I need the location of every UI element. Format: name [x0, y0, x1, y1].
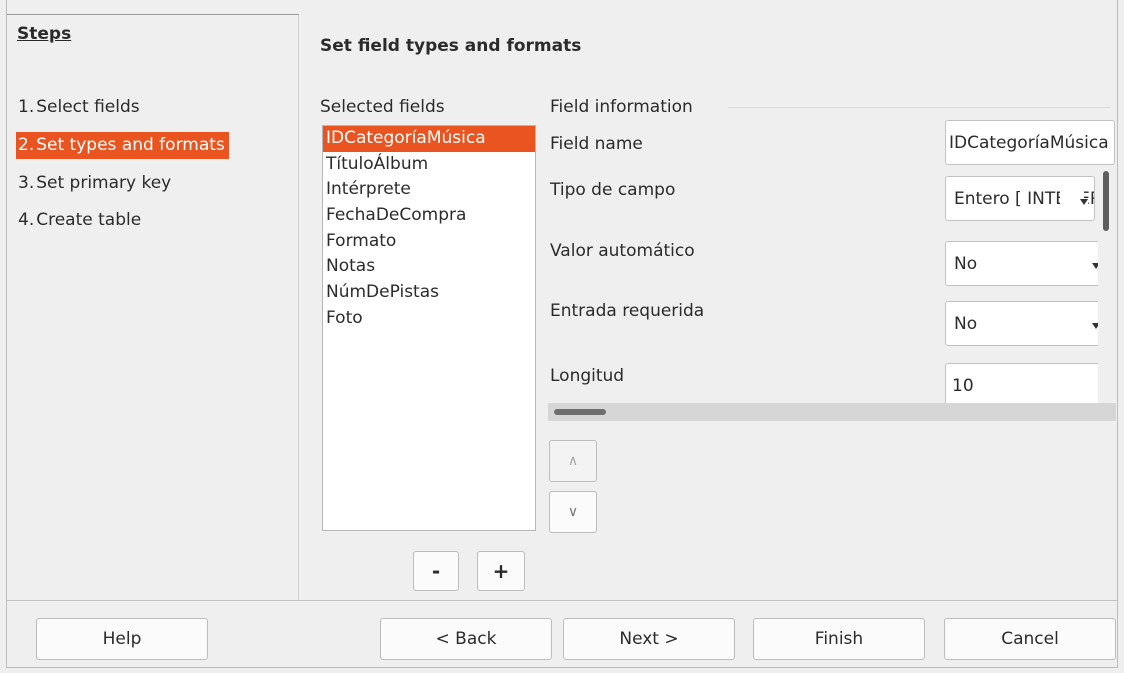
next-button[interactable]: Next > — [563, 618, 735, 660]
step-number: 1. — [18, 97, 35, 117]
list-item[interactable]: Notas — [323, 254, 535, 280]
list-item[interactable]: Foto — [323, 306, 535, 332]
horizontal-scrollbar[interactable] — [548, 403, 1116, 421]
field-information-panel: Field name IDCategoríaMúsica Tipo de cam… — [545, 120, 1117, 420]
step-label: Select fields — [36, 97, 140, 117]
list-item[interactable]: FechaDeCompra — [323, 203, 535, 229]
remove-field-button[interactable]: - — [413, 551, 459, 591]
step-label: Set types and formats — [36, 135, 225, 155]
tipo-de-campo-value: Entero [ INTEGER ] — [954, 189, 1095, 209]
list-item[interactable]: TítuloÁlbum — [323, 152, 535, 178]
field-name-input[interactable]: IDCategoríaMúsica — [945, 120, 1115, 165]
longitud-label: Longitud — [550, 366, 625, 386]
back-button[interactable]: < Back — [380, 618, 552, 660]
selected-fields-list[interactable]: IDCategoríaMúsica TítuloÁlbum Intérprete… — [322, 125, 536, 531]
entrada-requerida-value: No — [954, 314, 978, 334]
list-item[interactable]: Intérprete — [323, 177, 535, 203]
scrollbar-thumb[interactable] — [1103, 171, 1109, 231]
entrada-requerida-select[interactable]: No — [945, 301, 1105, 346]
vertical-scrollbar[interactable] — [1098, 168, 1112, 403]
tipo-de-campo-label: Tipo de campo — [550, 180, 676, 200]
divider — [7, 600, 1117, 601]
step-set-types[interactable]: 2. Set types and formats — [16, 132, 229, 159]
add-field-button[interactable]: + — [477, 551, 525, 591]
list-item[interactable]: IDCategoríaMúsica — [323, 126, 535, 152]
valor-automatico-select[interactable]: No — [945, 241, 1105, 286]
list-item[interactable]: NúmDePistas — [323, 280, 535, 306]
step-label: Create table — [36, 210, 142, 230]
step-number: 4. — [18, 210, 35, 230]
finish-button[interactable]: Finish — [753, 618, 925, 660]
scrollbar-thumb[interactable] — [554, 409, 606, 415]
list-item[interactable]: Formato — [323, 229, 535, 255]
field-information-rule — [728, 107, 1110, 108]
help-button[interactable]: Help — [36, 618, 208, 660]
field-name-label: Field name — [550, 134, 643, 154]
move-up-button[interactable]: ∧ — [549, 440, 597, 482]
page-title: Set field types and formats — [320, 36, 582, 56]
step-number: 2. — [18, 135, 35, 155]
steps-title: Steps — [17, 24, 72, 44]
step-select-fields[interactable]: 1. Select fields — [16, 94, 144, 121]
step-create-table[interactable]: 4. Create table — [16, 207, 145, 234]
tipo-de-campo-select[interactable]: Entero [ INTEGER ] — [945, 176, 1095, 221]
cancel-button[interactable]: Cancel — [944, 618, 1116, 660]
chevron-down-icon — [1080, 199, 1088, 205]
valor-automatico-value: No — [954, 254, 978, 274]
step-number: 3. — [18, 173, 35, 193]
longitud-input[interactable]: 10 — [945, 363, 1105, 408]
step-primary-key[interactable]: 3. Set primary key — [16, 170, 175, 197]
valor-automatico-label: Valor automático — [550, 241, 695, 261]
selected-fields-label: Selected fields — [320, 97, 445, 117]
step-label: Set primary key — [36, 173, 172, 193]
field-information-title: Field information — [550, 97, 693, 117]
move-down-button[interactable]: ∨ — [549, 491, 597, 533]
entrada-requerida-label: Entrada requerida — [550, 301, 705, 321]
